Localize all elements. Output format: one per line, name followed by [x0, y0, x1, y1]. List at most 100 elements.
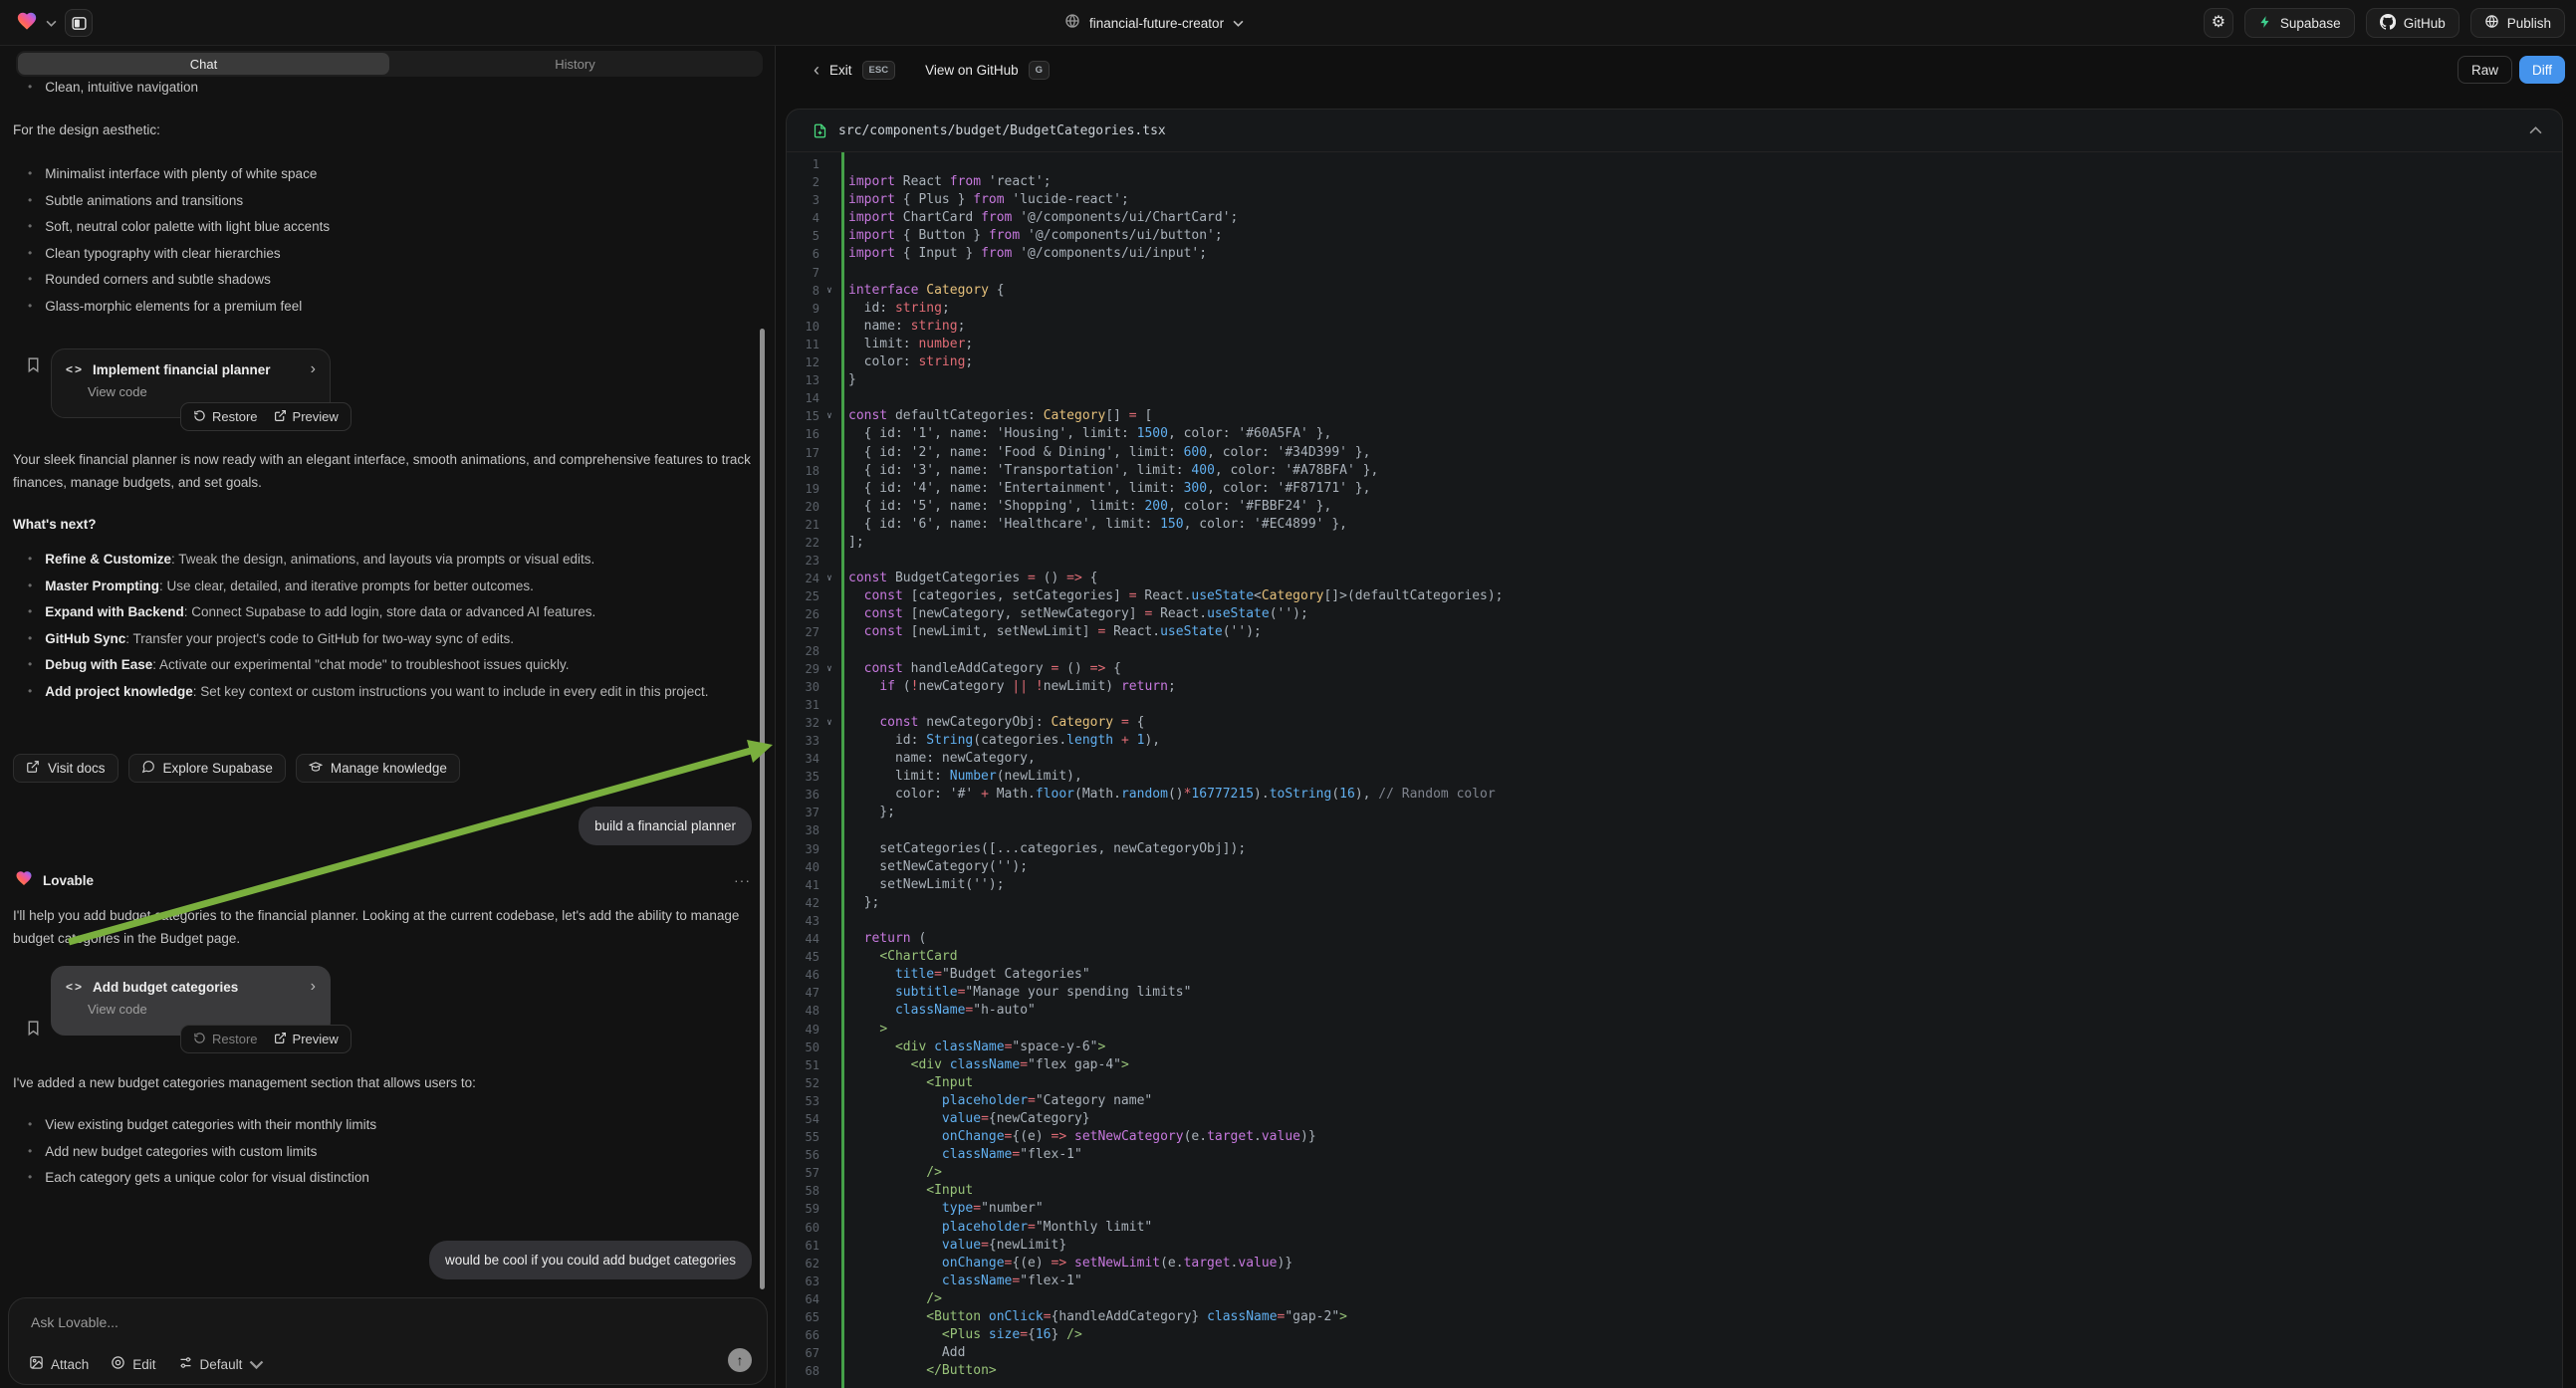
fold-chevron-icon[interactable]	[820, 1272, 839, 1290]
logo-caret-down-icon[interactable]	[46, 14, 57, 32]
fold-chevron-icon[interactable]	[820, 209, 839, 227]
fold-chevron-icon[interactable]	[820, 191, 839, 209]
fold-chevron-icon[interactable]: ∨	[820, 570, 839, 587]
fold-chevron-icon[interactable]	[820, 1237, 839, 1255]
chat-scrollbar[interactable]	[760, 329, 765, 1289]
view-code-link[interactable]: View code	[88, 384, 316, 399]
fold-chevron-icon[interactable]	[820, 1200, 839, 1218]
fold-chevron-icon[interactable]	[820, 155, 839, 173]
fold-chevron-icon[interactable]	[820, 930, 839, 948]
fold-chevron-icon[interactable]	[820, 821, 839, 839]
visit-docs-button[interactable]: Visit docs	[13, 754, 118, 783]
fold-chevron-icon[interactable]	[820, 750, 839, 768]
fold-chevron-icon[interactable]	[820, 732, 839, 750]
supabase-button[interactable]: Supabase	[2244, 8, 2355, 38]
fold-chevron-icon[interactable]	[820, 678, 839, 696]
fold-chevron-icon[interactable]	[820, 1092, 839, 1110]
project-switcher[interactable]: financial-future-creator	[1064, 0, 1244, 46]
fold-chevron-icon[interactable]	[820, 1002, 839, 1020]
attach-button[interactable]: Attach	[29, 1355, 89, 1373]
fold-chevron-icon[interactable]	[820, 1219, 839, 1237]
fold-chevron-icon[interactable]	[820, 1110, 839, 1128]
preview-button[interactable]: Preview	[268, 406, 345, 428]
fold-chevron-icon[interactable]	[820, 1074, 839, 1092]
fold-chevron-icon[interactable]	[820, 948, 839, 966]
view-on-github-link[interactable]: View on GitHub G	[925, 61, 1050, 80]
fold-chevron-icon[interactable]	[820, 1056, 839, 1074]
fold-chevron-icon[interactable]	[820, 623, 839, 641]
fold-chevron-icon[interactable]	[820, 245, 839, 263]
model-selector[interactable]: Default	[178, 1355, 265, 1373]
tab-history[interactable]: History	[389, 53, 761, 75]
explore-supabase-button[interactable]: Explore Supabase	[128, 754, 286, 783]
fold-chevron-icon[interactable]	[820, 1128, 839, 1146]
fold-chevron-icon[interactable]	[820, 1308, 839, 1326]
fold-chevron-icon[interactable]	[820, 552, 839, 570]
exit-button[interactable]: ‹ Exit ESC	[814, 61, 895, 80]
fold-chevron-icon[interactable]	[820, 840, 839, 858]
fold-chevron-icon[interactable]	[820, 605, 839, 623]
fold-chevron-icon[interactable]	[820, 587, 839, 605]
chat-input[interactable]	[31, 1314, 628, 1330]
fold-chevron-icon[interactable]	[820, 371, 839, 389]
chevron-up-icon[interactable]	[2529, 126, 2542, 134]
fold-chevron-icon[interactable]	[820, 804, 839, 821]
restore-button[interactable]: Restore	[187, 406, 264, 428]
lovable-logo-icon[interactable]	[16, 10, 38, 37]
file-header[interactable]: src/components/budget/BudgetCategories.t…	[787, 110, 2562, 152]
fold-chevron-icon[interactable]	[820, 786, 839, 804]
fold-chevron-icon[interactable]	[820, 966, 839, 984]
fold-chevron-icon[interactable]	[820, 1146, 839, 1164]
fold-chevron-icon[interactable]	[820, 894, 839, 912]
fold-chevron-icon[interactable]	[820, 173, 839, 191]
fold-chevron-icon[interactable]	[820, 318, 839, 336]
bookmark-icon[interactable]	[25, 356, 42, 373]
fold-chevron-icon[interactable]	[820, 300, 839, 318]
fold-chevron-icon[interactable]	[820, 1326, 839, 1344]
raw-button[interactable]: Raw	[2458, 56, 2512, 84]
fold-chevron-icon[interactable]: ∨	[820, 660, 839, 678]
fold-chevron-icon[interactable]	[820, 912, 839, 930]
manage-knowledge-button[interactable]: Manage knowledge	[296, 754, 460, 783]
fold-chevron-icon[interactable]	[820, 1344, 839, 1362]
publish-button[interactable]: Publish	[2470, 8, 2565, 38]
settings-button[interactable]: ⚙	[2204, 8, 2233, 38]
github-button[interactable]: GitHub	[2366, 8, 2459, 38]
fold-chevron-icon[interactable]	[820, 642, 839, 660]
fold-chevron-icon[interactable]	[820, 227, 839, 245]
preview-button[interactable]: Preview	[268, 1029, 345, 1050]
fold-chevron-icon[interactable]	[820, 768, 839, 786]
fold-chevron-icon[interactable]	[820, 984, 839, 1002]
fold-chevron-icon[interactable]	[820, 480, 839, 498]
fold-chevron-icon[interactable]	[820, 1039, 839, 1056]
fold-chevron-icon[interactable]	[820, 1182, 839, 1200]
fold-chevron-icon[interactable]	[820, 336, 839, 353]
fold-chevron-icon[interactable]	[820, 1255, 839, 1272]
fold-chevron-icon[interactable]	[820, 444, 839, 462]
fold-chevron-icon[interactable]	[820, 264, 839, 282]
fold-chevron-icon[interactable]	[820, 696, 839, 714]
fold-chevron-icon[interactable]	[820, 498, 839, 516]
fold-chevron-icon[interactable]: ∨	[820, 714, 839, 732]
more-menu-icon[interactable]: ···	[734, 872, 751, 888]
fold-chevron-icon[interactable]	[820, 534, 839, 552]
fold-chevron-icon[interactable]	[820, 1290, 839, 1308]
fold-chevron-icon[interactable]	[820, 1362, 839, 1380]
fold-chevron-icon[interactable]: ∨	[820, 407, 839, 425]
restore-button[interactable]: Restore	[187, 1029, 264, 1050]
fold-chevron-icon[interactable]	[820, 1164, 839, 1182]
diff-button[interactable]: Diff	[2519, 56, 2565, 84]
tab-chat[interactable]: Chat	[18, 53, 389, 75]
fold-chevron-icon[interactable]	[820, 516, 839, 534]
fold-chevron-icon[interactable]	[820, 425, 839, 443]
toggle-sidebar-button[interactable]	[65, 9, 93, 37]
fold-chevron-icon[interactable]: ∨	[820, 282, 839, 300]
bookmark-icon[interactable]	[25, 1020, 42, 1037]
send-button[interactable]: ↑	[728, 1348, 752, 1372]
fold-chevron-icon[interactable]	[820, 389, 839, 407]
fold-chevron-icon[interactable]	[820, 1021, 839, 1039]
fold-chevron-icon[interactable]	[820, 462, 839, 480]
code-lines[interactable]: 12import React from 'react';3import { Pl…	[787, 152, 2562, 1388]
fold-chevron-icon[interactable]	[820, 858, 839, 876]
fold-chevron-icon[interactable]	[820, 876, 839, 894]
